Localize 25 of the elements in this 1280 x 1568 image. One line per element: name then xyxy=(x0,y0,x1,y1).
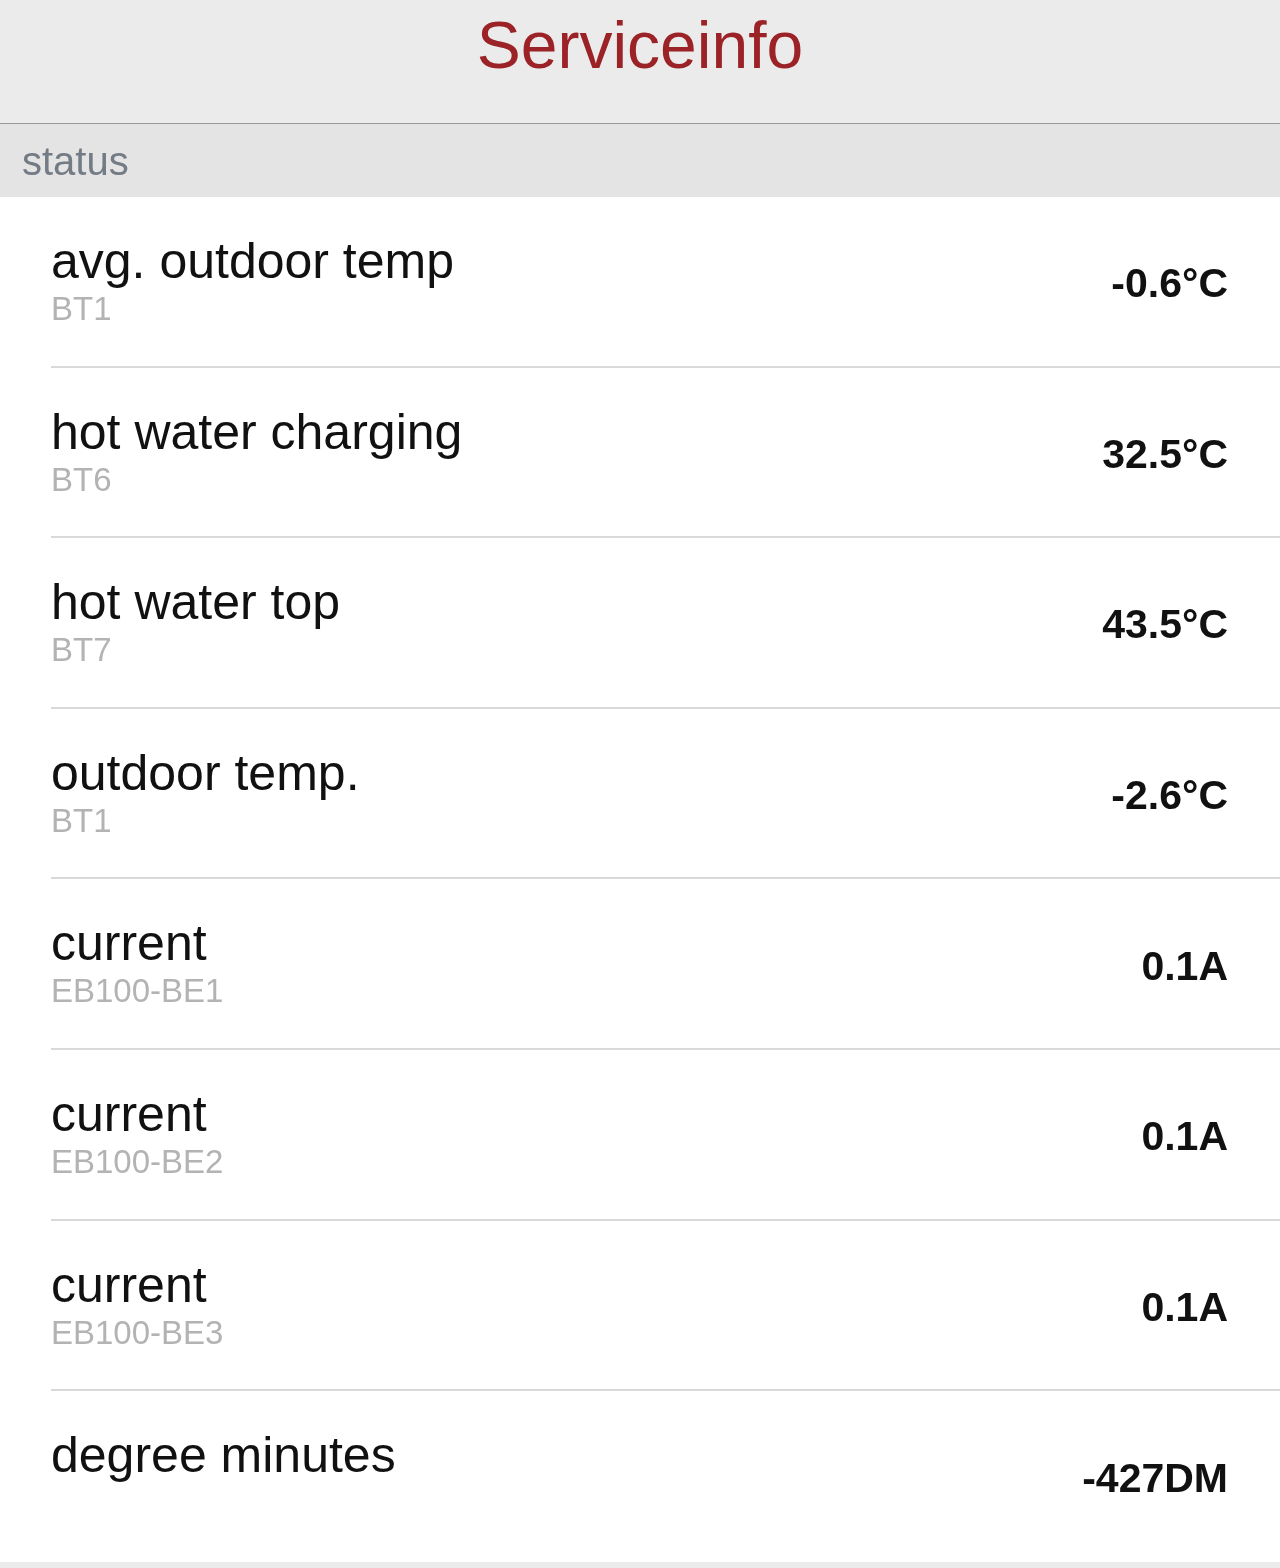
reading-value: 0.1A xyxy=(1141,1282,1228,1328)
sensor-id: EB100-BE3 xyxy=(51,1314,224,1351)
page-title: Serviceinfo xyxy=(476,12,804,78)
reading-value: 0.1A xyxy=(1141,1112,1228,1158)
reading-value: 0.1A xyxy=(1141,941,1228,987)
sensor-id: BT1 xyxy=(51,291,113,327)
section-title: status xyxy=(22,140,129,181)
sensor-id: BT6 xyxy=(51,461,113,498)
row-label: current xyxy=(51,1085,208,1142)
reading-value: -0.6°C xyxy=(1111,259,1228,305)
reading-value: 32.5°C xyxy=(1102,429,1228,475)
sensor-id: BT7 xyxy=(51,632,113,669)
row-label: hot water top xyxy=(51,574,341,631)
reading-value: -2.6°C xyxy=(1111,771,1228,817)
row-label: outdoor temp. xyxy=(51,744,360,801)
sensor-id: EB100-BE1 xyxy=(51,973,224,1010)
row-label: hot water charging xyxy=(51,403,463,460)
row-label: current xyxy=(51,915,208,972)
row-label: degree minutes xyxy=(51,1427,396,1484)
reading-value: -427DM xyxy=(1082,1454,1228,1500)
row-label: avg. outdoor temp xyxy=(51,233,455,289)
reading-value: 43.5°C xyxy=(1102,600,1228,646)
sensor-id: EB100-BE2 xyxy=(51,1143,224,1180)
row-label: current xyxy=(51,1256,208,1313)
sensor-id: BT1 xyxy=(51,802,113,839)
